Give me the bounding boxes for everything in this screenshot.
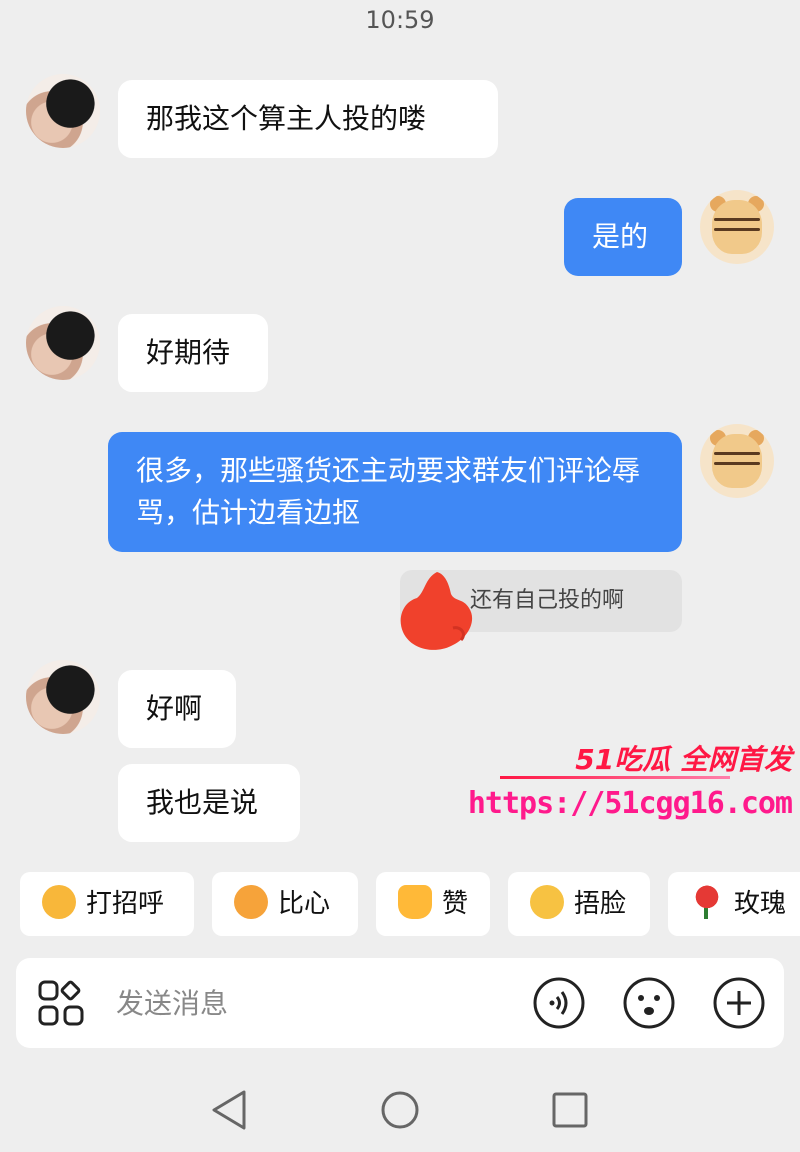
my-avatar[interactable] [700,424,774,498]
tiger-stripe [714,228,760,231]
contact-avatar[interactable] [26,306,100,380]
add-icon[interactable] [712,976,766,1030]
watermark-divider [500,776,730,779]
thumbs-up-emoji-icon [398,884,432,919]
my-avatar[interactable] [700,190,774,264]
status-bar-time: 10:59 [365,6,435,34]
tiger-stripe [714,452,760,455]
watermark-brand: 51吃瓜 全网首发 [575,743,792,776]
wave-emoji-icon [42,884,76,919]
apps-grid-icon[interactable] [38,980,84,1026]
red-redaction-sticker [400,572,473,650]
rose-emoji-icon [690,884,724,919]
quick-reply-label: 捂脸 [574,889,627,919]
contact-avatar[interactable] [26,74,100,148]
quick-reply-label: 打招呼 [86,889,165,919]
quick-reply-thumbs-up[interactable]: 赞 [376,872,490,936]
site-watermark: 51吃瓜 全网首发 https://51cgg16.com [468,728,800,828]
tiger-face-icon [712,200,762,254]
tiger-face-icon [712,434,762,488]
contact-avatar[interactable] [26,660,100,734]
quick-reply-rose[interactable]: 玫瑰 [668,872,800,936]
watermark-url: https://51cgg16.com [467,786,793,821]
quick-reply-label: 比心 [278,889,331,919]
message-input-bar: 发送消息 [16,958,784,1048]
quick-reply-label: 赞 [442,889,469,919]
message-bubble-incoming[interactable]: 我也是说 [118,764,300,842]
tiger-stripe [714,218,760,221]
message-bubble-incoming[interactable]: 那我这个算主人投的喽 [118,80,498,158]
quick-reply-facepalm[interactable]: 捂脸 [508,872,650,936]
facepalm-emoji-icon [530,884,564,919]
tiger-stripe [714,462,760,465]
system-navigation-bar [212,1090,588,1130]
quick-reply-heart[interactable]: 比心 [212,872,358,936]
voice-icon[interactable] [532,976,586,1030]
quick-reply-bar: 打招呼 比心 赞 捂脸 玫瑰 [20,872,800,936]
quick-reply-label: 玫瑰 [734,889,787,919]
message-bubble-incoming[interactable]: 好期待 [118,314,268,392]
message-input[interactable]: 发送消息 [116,982,228,1022]
recents-icon[interactable] [552,1092,588,1128]
back-icon[interactable] [212,1090,246,1130]
message-bubble-incoming[interactable]: 好啊 [118,670,236,748]
message-bubble-outgoing[interactable]: 很多，那些骚货还主动要求群友们评论辱骂，估计边看边抠 [108,432,682,552]
emoji-icon[interactable] [622,976,676,1030]
quick-reply-wave[interactable]: 打招呼 [20,872,194,936]
heart-hands-emoji-icon [234,884,268,919]
message-bubble-outgoing[interactable]: 是的 [564,198,682,276]
home-icon[interactable] [381,1091,419,1129]
